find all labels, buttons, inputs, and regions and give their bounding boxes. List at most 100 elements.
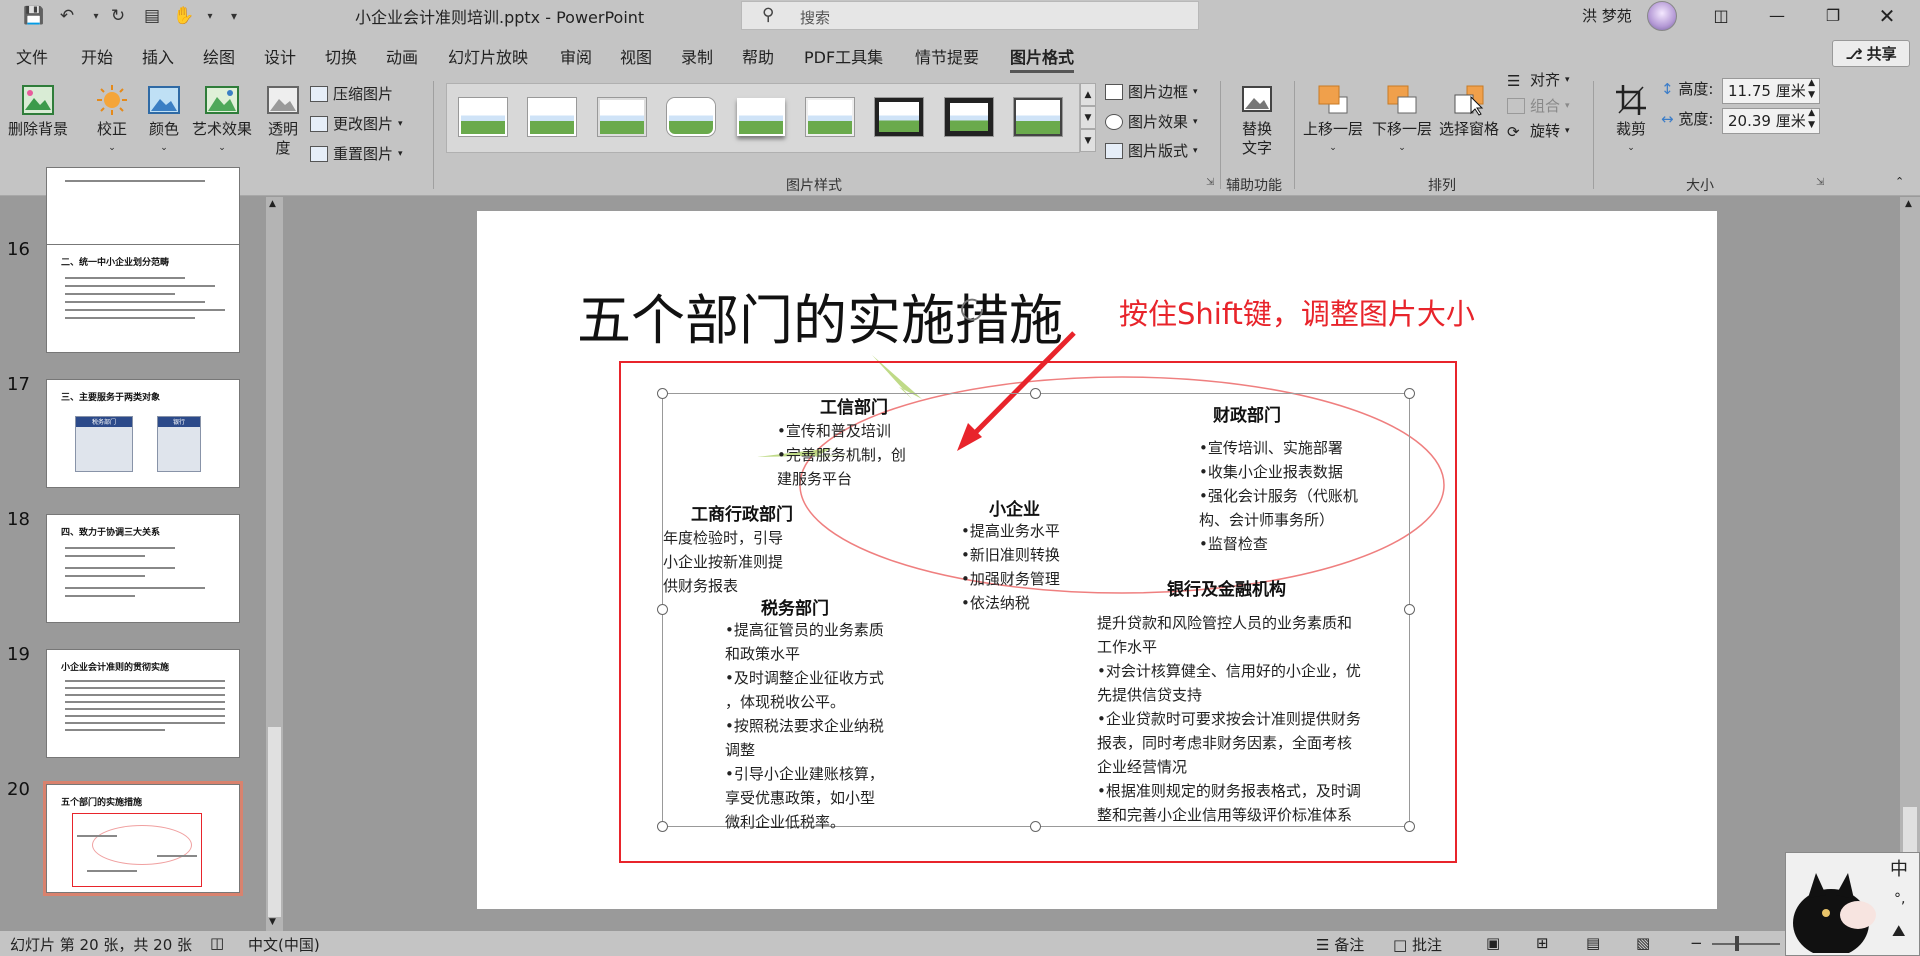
collapse-ribbon-icon[interactable]: ⌃ bbox=[1895, 175, 1904, 188]
slide-thumbnail-17[interactable]: 三、主要服务于两类对象 税务部门 银行 bbox=[46, 379, 240, 488]
picture-style-9[interactable] bbox=[1014, 98, 1062, 136]
rotate-button[interactable]: ⟳ 旋转 ▾ bbox=[1507, 120, 1570, 141]
resize-handle-se[interactable] bbox=[1404, 821, 1415, 832]
picture-style-2[interactable] bbox=[528, 98, 576, 136]
tab-storyboard[interactable]: 情节提要 bbox=[915, 44, 979, 68]
notes-button[interactable]: ☰ 备注 bbox=[1316, 934, 1364, 955]
zoom-slider-thumb[interactable] bbox=[1735, 936, 1739, 951]
picture-style-6[interactable] bbox=[806, 98, 854, 136]
thumbnail-scroll-thumb[interactable] bbox=[268, 727, 281, 917]
touch-dropdown-icon[interactable]: ▾ bbox=[198, 4, 222, 28]
gallery-scroll-down-icon[interactable]: ▼ bbox=[1080, 106, 1096, 129]
thumbnail-scrollbar[interactable]: ▲ ▼ bbox=[266, 197, 283, 931]
minimize-icon[interactable]: — bbox=[1752, 0, 1802, 31]
gallery-more-icon[interactable]: ▼ bbox=[1080, 129, 1096, 152]
zoom-out-icon[interactable]: − bbox=[1690, 934, 1703, 952]
scroll-down-icon[interactable]: ▼ bbox=[269, 917, 276, 927]
corrections-button[interactable]: 校正 ⌄ bbox=[94, 83, 130, 158]
slideshow-view-icon[interactable]: ▧ bbox=[1636, 934, 1650, 952]
undo-dropdown-icon[interactable]: ▾ bbox=[84, 4, 108, 28]
picture-layout-button[interactable]: 图片版式 ▾ bbox=[1105, 140, 1198, 161]
accessibility-icon[interactable]: ◫ bbox=[210, 934, 224, 952]
slide-thumbnail-16[interactable]: 二、统一中小企业划分范畴 bbox=[46, 244, 240, 353]
tab-view[interactable]: 视图 bbox=[620, 44, 652, 68]
width-input[interactable]: 20.39 厘米 ▲ ▼ bbox=[1722, 108, 1820, 134]
width-spinner-icon[interactable]: ▲ ▼ bbox=[1808, 107, 1815, 131]
normal-view-icon[interactable]: ▣ bbox=[1486, 934, 1500, 952]
tab-record[interactable]: 录制 bbox=[681, 44, 713, 68]
redo-icon[interactable]: ↻ bbox=[106, 4, 130, 28]
restore-icon[interactable]: ❐ bbox=[1808, 0, 1858, 31]
picture-style-3[interactable] bbox=[598, 98, 646, 136]
ime-widget[interactable]: 中 °, ⛰ bbox=[1785, 852, 1920, 956]
resize-handle-ne[interactable] bbox=[1404, 388, 1415, 399]
ribbon-display-icon[interactable]: ◫ bbox=[1696, 0, 1746, 31]
gallery-scroll-up-icon[interactable]: ▲ bbox=[1080, 83, 1096, 106]
tab-transitions[interactable]: 切换 bbox=[325, 44, 357, 68]
selection-pane-button[interactable]: 选择窗格 bbox=[1439, 83, 1499, 139]
zoom-slider[interactable] bbox=[1712, 943, 1780, 945]
share-button[interactable]: ⎇ 共享 bbox=[1832, 40, 1910, 67]
undo-icon[interactable]: ↶ bbox=[55, 4, 79, 28]
height-input[interactable]: 11.75 厘米 ▲ ▼ bbox=[1722, 78, 1820, 104]
slide-thumbnail-20[interactable]: 五个部门的实施措施 bbox=[43, 781, 243, 896]
ime-mode-indicator[interactable]: 中 bbox=[1890, 855, 1908, 881]
bring-forward-button[interactable]: 上移一层 ⌄ bbox=[1303, 83, 1363, 158]
tab-file[interactable]: 文件 bbox=[16, 44, 48, 68]
resize-handle-nw[interactable] bbox=[657, 388, 668, 399]
language[interactable]: 中文(中国) bbox=[248, 934, 320, 955]
resize-handle-e[interactable] bbox=[1404, 604, 1415, 615]
tab-home[interactable]: 开始 bbox=[81, 44, 113, 68]
picture-style-4[interactable] bbox=[667, 98, 715, 136]
picture-border-button[interactable]: 图片边框 ▾ bbox=[1105, 81, 1198, 102]
transparency-button[interactable]: 透明度 bbox=[264, 83, 302, 158]
tab-animations[interactable]: 动画 bbox=[386, 44, 418, 68]
slide-canvas[interactable]: 五个部门的实施措施 按住Shift键，调整图片大小 工信部门 •宣传和普及培训 … bbox=[477, 211, 1717, 909]
ime-skin-icon[interactable]: ⛰ bbox=[1892, 921, 1905, 941]
scroll-up-icon[interactable]: ▲ bbox=[1905, 199, 1912, 209]
height-spinner-icon[interactable]: ▲ ▼ bbox=[1808, 77, 1815, 101]
slide-sorter-icon[interactable]: ⊞ bbox=[1536, 934, 1549, 952]
user-name[interactable]: 洪 梦苑 bbox=[1582, 5, 1632, 26]
send-backward-button[interactable]: 下移一层 ⌄ bbox=[1372, 83, 1432, 158]
artistic-effects-button[interactable]: 艺术效果 ⌄ bbox=[192, 83, 252, 158]
change-picture-button[interactable]: 更改图片 ▾ bbox=[310, 113, 403, 134]
size-launcher-icon[interactable]: ⇲ bbox=[1816, 177, 1824, 188]
picture-style-7[interactable] bbox=[875, 98, 923, 136]
save-icon[interactable]: 💾 bbox=[22, 4, 46, 28]
slide-thumbnail-18[interactable]: 四、致力于协调三大关系 bbox=[46, 514, 240, 623]
tab-pdf-tools[interactable]: PDF工具集 bbox=[804, 44, 883, 68]
resize-handle-sw[interactable] bbox=[657, 821, 668, 832]
comments-button[interactable]: □ 批注 bbox=[1393, 934, 1442, 955]
tab-help[interactable]: 帮助 bbox=[742, 44, 774, 68]
resize-handle-w[interactable] bbox=[657, 604, 668, 615]
remove-background-button[interactable]: 删除背景 bbox=[8, 83, 68, 139]
slide-scrollbar[interactable]: ▲ ▲ ▼ bbox=[1900, 197, 1920, 931]
present-icon[interactable]: ▤ bbox=[140, 4, 164, 28]
ime-punct-icon[interactable]: °, bbox=[1894, 891, 1905, 907]
group-objects-button[interactable]: 组合 ▾ bbox=[1507, 95, 1570, 116]
resize-handle-s[interactable] bbox=[1030, 821, 1041, 832]
picture-style-1[interactable] bbox=[459, 98, 507, 136]
search-input[interactable]: ⚲ 搜索 bbox=[741, 1, 1199, 30]
alt-text-button[interactable]: 替换文字 bbox=[1237, 83, 1277, 158]
tab-design[interactable]: 设计 bbox=[264, 44, 296, 68]
tab-insert[interactable]: 插入 bbox=[142, 44, 174, 68]
reading-view-icon[interactable]: ▤ bbox=[1586, 934, 1600, 952]
tab-draw[interactable]: 绘图 bbox=[203, 44, 235, 68]
picture-effects-button[interactable]: 图片效果 ▾ bbox=[1105, 111, 1198, 132]
compress-pictures-button[interactable]: 压缩图片 bbox=[310, 83, 393, 104]
crop-button[interactable]: 裁剪 ⌄ bbox=[1613, 83, 1649, 158]
slide-thumbnail-19[interactable]: 小企业会计准则的贯彻实施 bbox=[46, 649, 240, 758]
avatar[interactable] bbox=[1647, 1, 1677, 31]
picture-style-8[interactable] bbox=[945, 98, 993, 136]
close-icon[interactable]: ✕ bbox=[1862, 0, 1912, 31]
reset-picture-button[interactable]: 重置图片 ▾ bbox=[310, 143, 403, 164]
picture-styles-launcher-icon[interactable]: ⇲ bbox=[1206, 177, 1214, 188]
picture-styles-gallery[interactable] bbox=[446, 83, 1080, 153]
customize-qat-icon[interactable]: ▾ bbox=[222, 4, 246, 28]
rotate-handle-icon[interactable] bbox=[961, 298, 984, 321]
touch-mode-icon[interactable]: ✋ bbox=[172, 4, 196, 28]
tab-picture-format[interactable]: 图片格式 bbox=[1010, 44, 1074, 68]
picture-style-5[interactable] bbox=[737, 98, 785, 136]
